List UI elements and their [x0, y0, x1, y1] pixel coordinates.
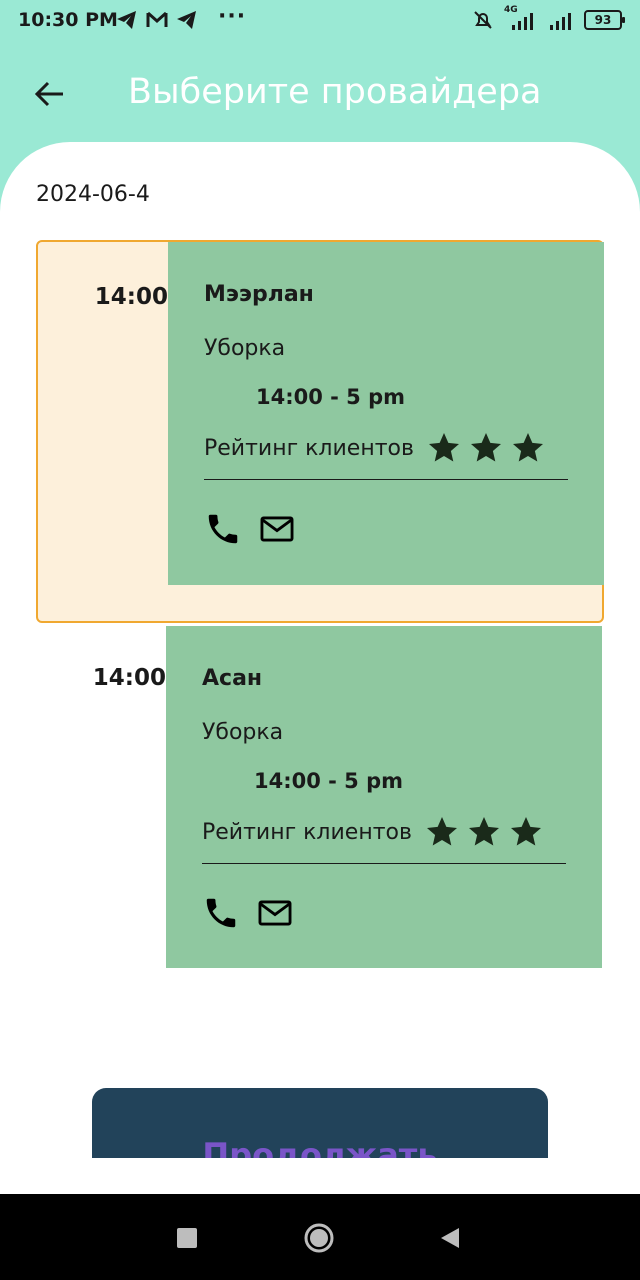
star-icon [426, 817, 457, 846]
page-title: Выберите провайдера [128, 72, 542, 112]
star-icon [510, 817, 541, 846]
provider-card[interactable]: Асан Уборка 14:00 - 5 pm Рейтинг клиенто… [166, 626, 602, 968]
back-nav-button[interactable] [438, 1226, 462, 1254]
home-button[interactable] [303, 1222, 335, 1258]
gmail-icon [146, 11, 168, 27]
phone-icon [206, 898, 236, 928]
phone-icon [208, 514, 238, 544]
provider-card[interactable]: Мээрлан Уборка 14:00 - 5 pm Рейтинг клие… [168, 242, 604, 585]
bell-muted-icon [474, 11, 492, 29]
rating-label: Рейтинг клиентов [204, 435, 414, 461]
status-bar: 10:30 PM ··· 4G 93 [0, 0, 640, 44]
star-icon [512, 433, 543, 462]
divider [202, 863, 566, 864]
home-circle-icon [304, 1223, 334, 1253]
more-notifications-icon: ··· [218, 4, 247, 29]
time-slot[interactable]: 14:00 Асан Уборка 14:00 - 5 pm Рейтинг к… [36, 626, 604, 968]
notification-icons [116, 10, 198, 30]
arrow-left-icon [34, 81, 63, 107]
call-button[interactable] [202, 894, 240, 932]
email-button[interactable] [258, 510, 296, 548]
square-icon [177, 1228, 197, 1248]
battery-icon: 93 [584, 10, 625, 30]
star-icon [468, 817, 499, 846]
status-time: 10:30 PM [18, 9, 118, 31]
rating-row: Рейтинг клиентов [202, 814, 544, 850]
email-button[interactable] [256, 894, 294, 932]
rating-row: Рейтинг клиентов [204, 430, 546, 466]
slot-time: 14:00 [94, 284, 168, 310]
selected-date: 2024-06-4 [36, 182, 150, 207]
time-slot[interactable]: 14:00 Мээрлан Уборка 14:00 - 5 pm Рейтин… [36, 240, 604, 623]
working-hours: 14:00 - 5 pm [256, 385, 406, 409]
rating-stars [426, 430, 546, 466]
slot-time: 14:00 [92, 665, 166, 691]
star-icon [428, 433, 459, 462]
system-nav-bar [0, 1194, 640, 1280]
recents-button[interactable] [176, 1227, 198, 1253]
provider-name: Мээрлан [204, 282, 314, 307]
mail-icon [260, 516, 294, 542]
system-icons: 4G 93 [472, 5, 625, 31]
rating-label: Рейтинг клиентов [202, 819, 412, 845]
triangle-back-icon [441, 1228, 459, 1248]
call-button[interactable] [204, 510, 242, 548]
service-name: Уборка [204, 336, 286, 361]
signal-4g-icon: 4G [504, 5, 538, 31]
back-button[interactable] [30, 74, 70, 114]
mail-icon [258, 900, 292, 926]
divider [204, 479, 568, 480]
star-icon [470, 433, 501, 462]
network-type: 4G [504, 5, 518, 15]
rating-stars [424, 814, 544, 850]
app-bar: Выберите провайдера [0, 44, 640, 142]
service-name: Уборка [202, 720, 284, 745]
provider-name: Асан [202, 666, 263, 691]
working-hours: 14:00 - 5 pm [254, 769, 404, 793]
telegram-icon [117, 11, 136, 29]
bottom-clip [0, 1158, 640, 1194]
signal-icon [550, 13, 571, 30]
telegram-icon [177, 11, 196, 29]
